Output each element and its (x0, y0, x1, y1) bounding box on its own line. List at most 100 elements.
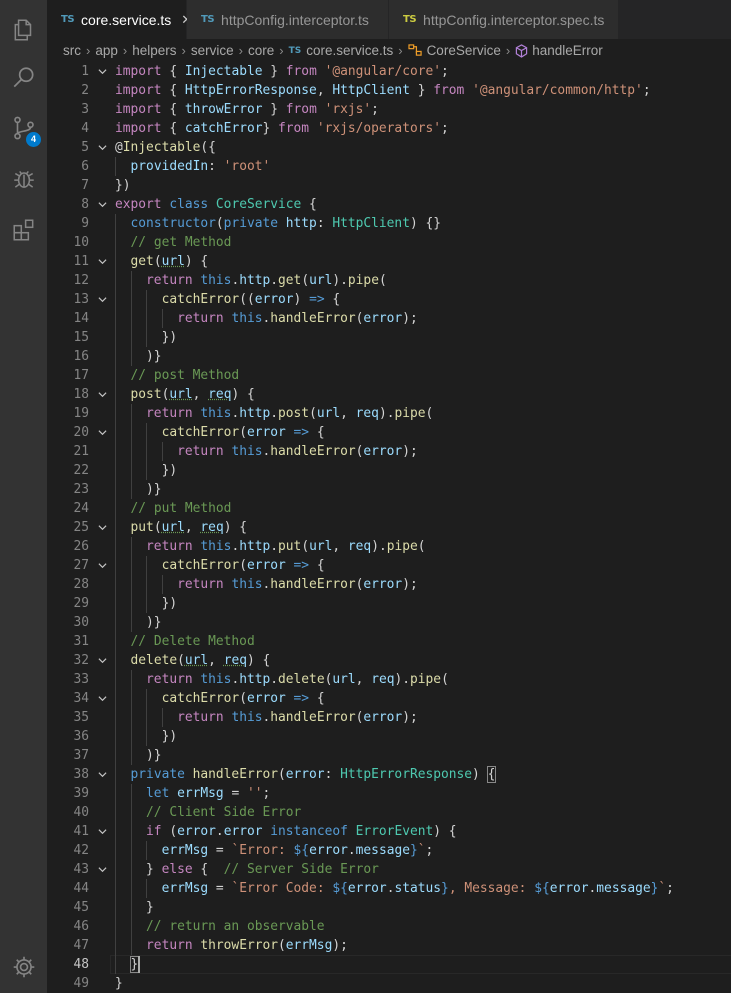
explorer-icon[interactable] (0, 6, 47, 54)
tab-httpconfig-interceptor[interactable]: TS httpConfig.interceptor.ts (187, 0, 389, 39)
code-token: { (162, 64, 185, 79)
code-line[interactable]: 46 // return an observable (47, 917, 731, 936)
code-token: , (340, 406, 356, 421)
fold-chevron-icon[interactable] (98, 143, 107, 152)
debug-icon[interactable] (0, 155, 47, 203)
fold-chevron-icon[interactable] (98, 67, 107, 76)
code-line[interactable]: 2 import { HttpErrorResponse, HttpClient … (47, 81, 731, 100)
code-token (115, 843, 162, 858)
breadcrumb-service[interactable]: service (191, 43, 234, 58)
fold-chevron-icon[interactable] (98, 656, 107, 665)
code-line[interactable]: 25 put(url, req) { (47, 518, 731, 537)
code-line[interactable]: 10 // get Method (47, 233, 731, 252)
code-line[interactable]: 38 private handleError(error: HttpErrorR… (47, 765, 731, 784)
code-line[interactable]: 48 } (47, 955, 731, 974)
code-line[interactable]: 18 post(url, req) { (47, 385, 731, 404)
code-line[interactable]: 31 // Delete Method (47, 632, 731, 651)
code-line[interactable]: 9 constructor(private http: HttpClient) … (47, 214, 731, 233)
code-text: let errMsg = ''; (115, 784, 270, 803)
code-line[interactable]: 28 return this.handleError(error); (47, 575, 731, 594)
code-line[interactable]: 22 }) (47, 461, 731, 480)
code-line[interactable]: 49} (47, 974, 731, 993)
fold-chevron-icon[interactable] (98, 200, 107, 209)
breadcrumb-app[interactable]: app (95, 43, 118, 58)
code-line[interactable]: 33 return this.http.delete(url, req).pip… (47, 670, 731, 689)
code-line[interactable]: 12 return this.http.get(url).pipe( (47, 271, 731, 290)
fold-chevron-icon[interactable] (98, 390, 107, 399)
code-line[interactable]: 26 return this.http.put(url, req).pipe( (47, 537, 731, 556)
code-line[interactable]: 4 import { catchError} from 'rxjs/operato… (47, 119, 731, 138)
code-line[interactable]: 45 } (47, 898, 731, 917)
fold-chevron-icon[interactable] (98, 257, 107, 266)
code-token: this (231, 577, 262, 592)
code-line[interactable]: 16 )} (47, 347, 731, 366)
code-token: : (317, 216, 333, 231)
code-line[interactable]: 8 export class CoreService { (47, 195, 731, 214)
code-token: error (363, 444, 402, 459)
fold-chevron-icon[interactable] (98, 295, 107, 304)
line-number: 14 (47, 309, 89, 328)
code-line[interactable]: 32 delete(url, req) { (47, 651, 731, 670)
line-number: 35 (47, 708, 89, 727)
code-line[interactable]: 30 )} (47, 613, 731, 632)
search-icon[interactable] (0, 54, 47, 102)
settings-gear-icon[interactable] (0, 943, 47, 991)
code-token: }) (162, 729, 178, 744)
extensions-icon[interactable] (0, 206, 47, 254)
fold-chevron-icon[interactable] (98, 561, 107, 570)
code-token: ) { (224, 520, 247, 535)
code-line[interactable]: 39 let errMsg = ''; (47, 784, 731, 803)
code-line[interactable]: 15 }) (47, 328, 731, 347)
source-control-badge: 4 (26, 132, 41, 147)
fold-chevron-icon[interactable] (98, 770, 107, 779)
code-line[interactable]: 40 // Client Side Error (47, 803, 731, 822)
code-line[interactable]: 1 import { Injectable } from '@angular/co… (47, 62, 731, 81)
code-line[interactable]: 20 catchError(error => { (47, 423, 731, 442)
code-line[interactable]: 29 }) (47, 594, 731, 613)
code-line[interactable]: 24 // put Method (47, 499, 731, 518)
fold-chevron-icon[interactable] (98, 694, 107, 703)
fold-chevron-icon[interactable] (98, 428, 107, 437)
code-token: ( (154, 520, 162, 535)
breadcrumb-src[interactable]: src (63, 43, 81, 58)
code-line[interactable]: 19 return this.http.post(url, req).pipe( (47, 404, 731, 423)
code-line[interactable]: 6 providedIn: 'root' (47, 157, 731, 176)
code-line[interactable]: 17 // post Method (47, 366, 731, 385)
line-number: 42 (47, 841, 89, 860)
code-line[interactable]: 11 get(url) { (47, 252, 731, 271)
code-line[interactable]: 3 import { throwError } from 'rxjs'; (47, 100, 731, 119)
breadcrumb-file[interactable]: core.service.ts (306, 43, 393, 58)
code-token: = (208, 843, 231, 858)
breadcrumb-helpers[interactable]: helpers (132, 43, 176, 58)
code-line[interactable]: 42 errMsg = `Error: ${error.message}`; (47, 841, 731, 860)
code-token: }) (162, 596, 178, 611)
code-token: ) { (247, 653, 270, 668)
code-token: put (278, 539, 301, 554)
fold-chevron-icon[interactable] (98, 865, 107, 874)
line-number: 38 (47, 765, 89, 784)
code-line[interactable]: 5 @Injectable({ (47, 138, 731, 157)
code-line[interactable]: 47 return throwError(errMsg); (47, 936, 731, 955)
breadcrumb-class[interactable]: CoreService (427, 43, 501, 58)
code-line[interactable]: 7}) (47, 176, 731, 195)
tab-core-service[interactable]: TS core.service.ts ✕ (47, 0, 187, 39)
code-line[interactable]: 13 catchError((error) => { (47, 290, 731, 309)
code-line[interactable]: 44 errMsg = `Error Code: ${error.status}… (47, 879, 731, 898)
code-line[interactable]: 41 if (error.error instanceof ErrorEvent… (47, 822, 731, 841)
code-line[interactable]: 37 )} (47, 746, 731, 765)
code-line[interactable]: 14 return this.handleError(error); (47, 309, 731, 328)
code-line[interactable]: 43 } else { // Server Side Error (47, 860, 731, 879)
code-line[interactable]: 27 catchError(error => { (47, 556, 731, 575)
code-line[interactable]: 23 )} (47, 480, 731, 499)
code-line[interactable]: 35 return this.handleError(error); (47, 708, 731, 727)
breadcrumb-method[interactable]: handleError (532, 43, 603, 58)
breadcrumb-core[interactable]: core (248, 43, 274, 58)
code-line[interactable]: 36 }) (47, 727, 731, 746)
code-token: import (115, 121, 162, 136)
source-control-icon[interactable]: 4 (0, 104, 47, 152)
fold-chevron-icon[interactable] (98, 827, 107, 836)
code-line[interactable]: 21 return this.handleError(error); (47, 442, 731, 461)
code-line[interactable]: 34 catchError(error => { (47, 689, 731, 708)
tab-httpconfig-interceptor-spec[interactable]: TS httpConfig.interceptor.spec.ts (389, 0, 619, 39)
fold-chevron-icon[interactable] (98, 523, 107, 532)
